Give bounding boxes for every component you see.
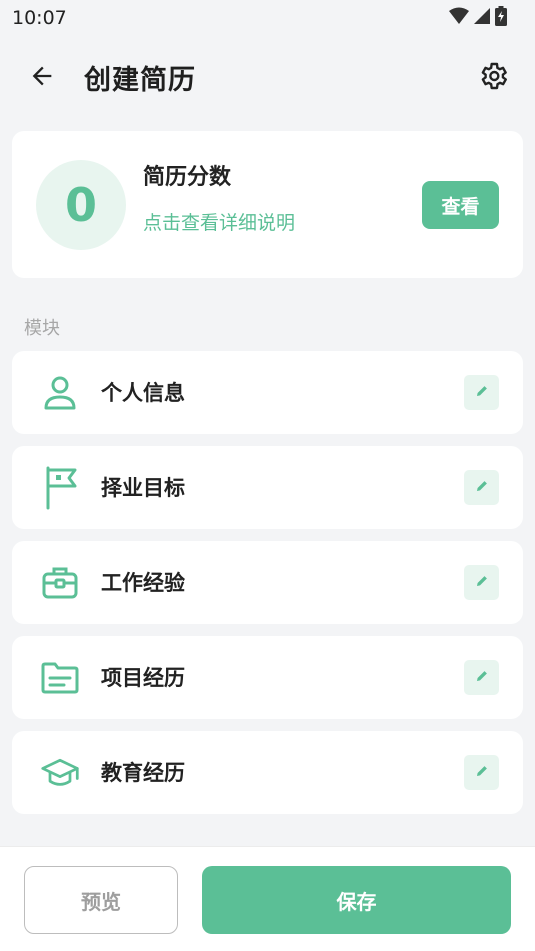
preview-button[interactable]: 预览: [24, 866, 178, 934]
flag-icon: [40, 466, 80, 510]
status-icons: [449, 6, 507, 30]
status-bar: 10:07: [0, 0, 535, 36]
module-label: 个人信息: [101, 381, 185, 405]
app-bar: 创建简历: [0, 40, 535, 116]
view-score-button[interactable]: 查看: [422, 181, 499, 229]
bottom-action-bar: 预览 保存: [0, 846, 535, 951]
pencil-icon: [474, 573, 490, 593]
module-work-experience[interactable]: 工作经验: [12, 541, 523, 624]
score-details-link[interactable]: 点击查看详细说明: [143, 208, 295, 235]
wifi-icon: [449, 7, 469, 29]
pencil-icon: [474, 668, 490, 688]
battery-charging-icon: [495, 6, 507, 30]
edit-button[interactable]: [464, 565, 499, 600]
module-label: 教育经历: [101, 761, 185, 785]
status-time: 10:07: [12, 7, 67, 29]
pencil-icon: [474, 478, 490, 498]
edit-button[interactable]: [464, 470, 499, 505]
edit-button[interactable]: [464, 375, 499, 410]
briefcase-icon: [40, 561, 80, 605]
pencil-icon: [474, 763, 490, 783]
module-label: 工作经验: [101, 571, 185, 595]
module-label: 项目经历: [101, 666, 185, 690]
save-button[interactable]: 保存: [202, 866, 511, 934]
resume-score-card: 0 简历分数 点击查看详细说明 查看: [12, 131, 523, 278]
module-label: 择业目标: [101, 476, 185, 500]
edit-button[interactable]: [464, 660, 499, 695]
gear-icon: [477, 60, 509, 96]
score-value: 0: [36, 160, 126, 250]
module-education[interactable]: 教育经历: [12, 731, 523, 814]
settings-button[interactable]: [475, 60, 511, 96]
section-label: 模块: [24, 318, 60, 339]
signal-icon: [473, 7, 491, 29]
folder-icon: [40, 656, 80, 700]
person-icon: [40, 371, 80, 415]
module-career-goal[interactable]: 择业目标: [12, 446, 523, 529]
module-personal-info[interactable]: 个人信息: [12, 351, 523, 434]
back-button[interactable]: [24, 60, 60, 96]
graduation-cap-icon: [40, 751, 80, 795]
page-title: 创建简历: [84, 65, 196, 96]
pencil-icon: [474, 383, 490, 403]
module-project-experience[interactable]: 项目经历: [12, 636, 523, 719]
score-title: 简历分数: [143, 165, 232, 190]
arrow-left-icon: [28, 62, 56, 94]
edit-button[interactable]: [464, 755, 499, 790]
